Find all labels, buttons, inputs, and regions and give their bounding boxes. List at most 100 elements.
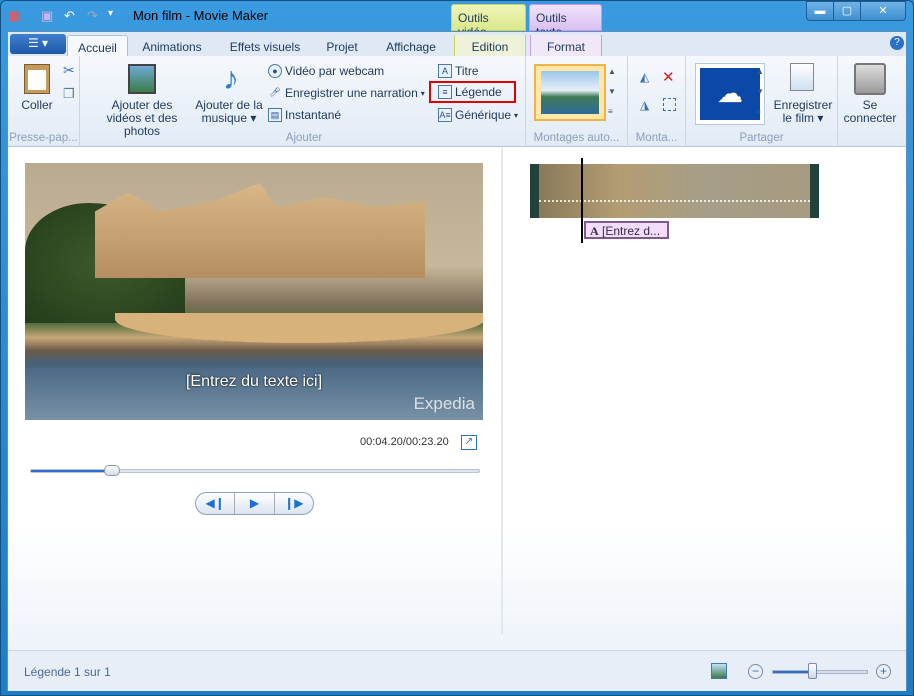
client-area: ☰ ▾ Accueil Animations Effets visuels Pr… — [7, 31, 907, 691]
paste-button[interactable]: Coller — [16, 99, 58, 112]
context-tab-video-tools: Outils vidéo — [451, 4, 526, 39]
caption-clip[interactable]: A [Entrez d... — [584, 221, 669, 239]
group-editing: ◭ ✕ ◮ Monta... — [628, 56, 686, 147]
maximize-button[interactable]: ▢ — [833, 1, 861, 21]
copy-icon[interactable]: ❐ — [63, 86, 75, 102]
snapshot-icon: ▤ — [268, 108, 282, 122]
movie-maker-window: ▦ ▣ ↶ ↷ ▾ Mon film - Movie Maker Outils … — [0, 0, 914, 696]
seek-progress — [31, 470, 112, 472]
save-movie-label: Enregistrer le film — [773, 98, 833, 125]
customize-icon[interactable]: ▾ — [108, 8, 113, 19]
undo-icon[interactable]: ↶ — [64, 8, 75, 24]
add-music-label: Ajouter de la musique — [195, 98, 263, 125]
onedrive-share-button[interactable]: ☁ — [695, 63, 765, 125]
user-icon — [854, 63, 886, 95]
save-icon[interactable]: ▣ — [41, 8, 53, 24]
video-preview[interactable]: [Entrez du texte ici] Expedia — [25, 163, 483, 420]
snapshot-button[interactable]: ▤ Instantané — [268, 108, 341, 122]
bridge — [115, 313, 483, 343]
previous-frame-button[interactable]: ◀❙ — [196, 493, 236, 514]
text-icon: A — [590, 224, 599, 238]
save-movie-button[interactable]: Enregistrer le film ▾ — [772, 99, 834, 125]
tab-affichage[interactable]: Affichage — [376, 35, 446, 56]
tab-animations[interactable]: Animations — [132, 35, 212, 56]
credits-label: Générique — [455, 108, 512, 122]
zoom-in-button[interactable]: + — [876, 664, 891, 679]
redo-icon[interactable]: ↷ — [87, 8, 98, 24]
add-music-button[interactable]: Ajouter de la musique ▾ — [194, 99, 264, 125]
tab-format[interactable]: Format — [530, 35, 602, 56]
play-button[interactable]: ▶ — [235, 493, 275, 514]
context-tab-text-tools: Outils texte — [529, 4, 602, 39]
tab-effets-visuels[interactable]: Effets visuels — [220, 35, 310, 56]
paste-icon — [24, 64, 50, 94]
narration-label: Enregistrer une narration — [285, 86, 418, 100]
group-label-add: Ajouter — [285, 132, 323, 144]
time-readout: 00:04.20/00:23.20 — [360, 436, 449, 448]
title-button[interactable]: A Titre — [438, 64, 479, 78]
app-icon[interactable]: ▦ — [9, 8, 21, 24]
group-label-automovie: Montages auto... — [533, 132, 620, 144]
group-sign-in: Se connecter — [838, 56, 904, 147]
tab-accueil[interactable]: Accueil — [67, 35, 128, 56]
credits-icon: A≡ — [438, 108, 452, 122]
sign-in-button[interactable]: Se connecter — [840, 99, 900, 125]
zoom-out-button[interactable]: − — [748, 664, 763, 679]
seek-slider[interactable] — [30, 465, 480, 476]
audio-waveform — [539, 200, 810, 212]
caption-button[interactable]: ≡ Légende — [429, 81, 516, 103]
share-gallery-scroll-icon[interactable]: ▲ ▼ ≡ — [756, 62, 764, 122]
storyboard-video-clip[interactable] — [530, 164, 819, 218]
webcam-icon: ● — [268, 64, 282, 78]
status-text: Légende 1 sur 1 — [24, 665, 111, 679]
group-automovie: ▲ ▼ ≡ Montages auto... — [526, 56, 628, 147]
record-narration-button[interactable]: 🎤︎ Enregistrer une narration ▾ — [268, 86, 424, 100]
webcam-video-button[interactable]: ● Vidéo par webcam — [268, 64, 384, 78]
next-frame-button[interactable]: ❙▶ — [275, 493, 313, 514]
main-area: [Entrez du texte ici] Expedia 00:04.20/0… — [8, 148, 906, 650]
buildings — [95, 183, 425, 278]
group-share: ☁ ▲ ▼ ≡ Enregistrer le film ▾ Partager — [686, 56, 838, 147]
caption-overlay-text[interactable]: [Entrez du texte ici] — [25, 373, 483, 391]
expedia-watermark: Expedia — [413, 394, 475, 413]
fullscreen-preview-button[interactable]: ↗ — [461, 435, 477, 450]
save-movie-icon — [790, 63, 814, 91]
automovie-theme-thumbnail[interactable] — [534, 64, 606, 121]
cut-icon[interactable]: ✂ — [63, 62, 75, 79]
remove-icon[interactable]: ✕ — [662, 68, 675, 86]
thumbnail-size-icon[interactable] — [711, 663, 727, 679]
microphone-icon: 🎤︎ — [269, 87, 281, 97]
caption-icon: ≡ — [438, 85, 452, 99]
group-label-clipboard: Presse-pap... — [9, 132, 78, 144]
snapshot-label: Instantané — [285, 108, 342, 122]
zoom-slider[interactable] — [772, 663, 868, 679]
tab-edition[interactable]: Edition — [454, 35, 526, 56]
select-all-icon[interactable] — [663, 98, 676, 111]
file-menu-button[interactable]: ☰ ▾ — [10, 34, 66, 54]
group-label-share: Partager — [739, 132, 784, 144]
music-note-icon: ♪ — [223, 60, 239, 96]
add-videos-icon — [128, 64, 156, 94]
rotate-right-icon[interactable]: ◮ — [640, 98, 649, 112]
window-title: Mon film - Movie Maker — [133, 8, 269, 23]
ribbon: Coller ✂ ❐ Presse-pap... Ajouter des vid… — [8, 56, 906, 147]
splitter[interactable] — [501, 148, 503, 634]
minimize-button[interactable]: ▬ — [806, 1, 834, 21]
caption-clip-label: [Entrez d... — [602, 224, 661, 238]
zoom-fill — [773, 671, 813, 673]
help-icon[interactable]: ? — [890, 36, 904, 50]
credits-button[interactable]: A≡ Générique ▾ — [438, 108, 518, 122]
close-button[interactable]: ✕ — [860, 1, 906, 21]
zoom-thumb[interactable] — [808, 663, 818, 679]
gallery-scroll-icon[interactable]: ▲ ▼ ≡ — [608, 62, 616, 122]
seek-thumb[interactable] — [103, 465, 120, 476]
tab-projet[interactable]: Projet — [318, 35, 366, 56]
title-icon: A — [438, 64, 452, 78]
title-bar: ▦ ▣ ↶ ↷ ▾ Mon film - Movie Maker Outils … — [1, 1, 913, 39]
cloud-icon: ☁ — [700, 68, 760, 120]
rotate-left-icon[interactable]: ◭ — [640, 70, 649, 84]
caption-label: Légende — [455, 85, 502, 99]
playback-controls: ◀❙ ▶ ❙▶ — [195, 492, 314, 515]
title-label: Titre — [455, 64, 479, 78]
playhead[interactable] — [581, 158, 583, 243]
